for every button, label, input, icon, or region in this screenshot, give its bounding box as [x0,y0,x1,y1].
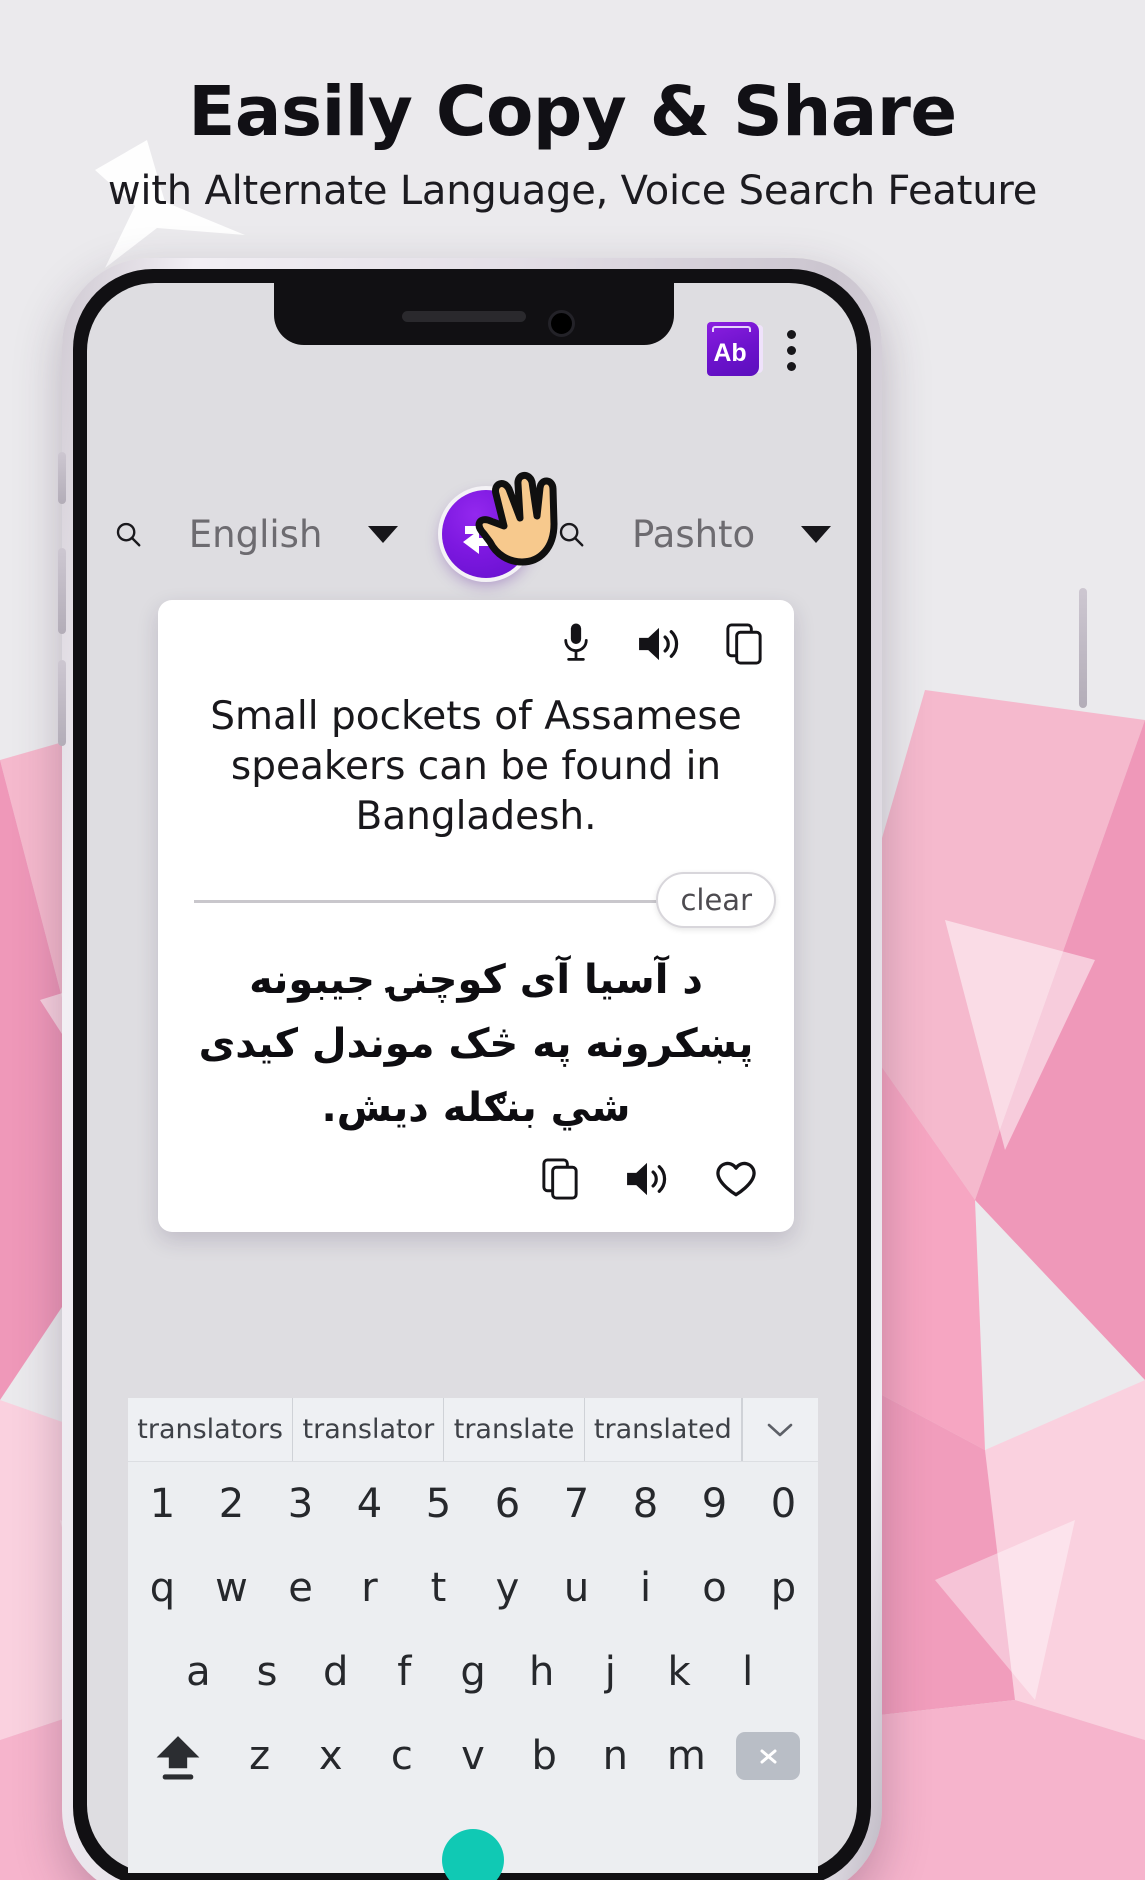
shift-up-arrow-icon[interactable] [132,1730,224,1782]
key[interactable]: o [680,1565,749,1611]
book-spine-outline [712,326,751,332]
source-actions-row [180,618,772,674]
backspace-delete-icon[interactable] [722,1732,814,1780]
translation-actions-row [180,1150,772,1212]
page-title: Easily Copy & Share [188,72,957,152]
microphone-icon[interactable] [558,622,594,671]
key[interactable]: r [335,1565,404,1611]
app-top-bar: Ab [87,300,857,390]
key[interactable]: m [651,1733,722,1779]
source-divider-row: clear [180,872,776,934]
key[interactable]: z [224,1733,295,1779]
key[interactable]: t [404,1565,473,1611]
key[interactable]: w [197,1565,266,1611]
key[interactable]: 5 [404,1481,473,1527]
search-icon[interactable] [113,519,143,549]
promo-screenshot: Easily Copy & Share with Alternate Langu… [0,0,1145,1880]
suggestion-item[interactable]: translators [128,1398,294,1461]
copy-icon[interactable] [540,1157,580,1206]
key[interactable]: i [611,1565,680,1611]
key[interactable]: d [301,1649,370,1695]
chevron-down-icon[interactable] [368,525,399,543]
pointing-hand-cursor [466,462,576,572]
source-text[interactable]: Small pockets of Assamese speakers can b… [180,674,772,872]
suggestion-item[interactable]: translate [444,1398,585,1461]
app-icon-label: Ab [713,339,747,367]
key[interactable]: c [366,1733,437,1779]
key[interactable]: v [437,1733,508,1779]
key[interactable]: u [542,1565,611,1611]
key[interactable]: g [439,1649,508,1695]
key[interactable]: p [749,1565,818,1611]
phone-volume-down-button[interactable] [58,660,66,746]
target-language-label[interactable]: Pashto [632,513,755,556]
key[interactable]: 6 [473,1481,542,1527]
key[interactable]: j [576,1649,645,1695]
key[interactable]: k [645,1649,714,1695]
key[interactable]: 8 [611,1481,680,1527]
keyboard-row-numbers: 1 2 3 4 5 6 7 8 9 0 [128,1462,818,1546]
key[interactable]: e [266,1565,335,1611]
book-app-icon[interactable]: Ab [707,322,763,376]
keyboard-row-home: a s d f g h j k l [128,1630,818,1714]
key[interactable]: q [128,1565,197,1611]
keyboard-accent-dot[interactable] [442,1829,504,1880]
key[interactable]: 1 [128,1481,197,1527]
clear-button[interactable]: clear [656,872,776,928]
key[interactable]: 2 [197,1481,266,1527]
copy-icon[interactable] [724,622,764,671]
translation-card: Small pockets of Assamese speakers can b… [158,600,794,1232]
source-language-label[interactable]: English [189,513,323,556]
key[interactable]: y [473,1565,542,1611]
key[interactable]: 3 [266,1481,335,1527]
key[interactable]: a [164,1649,233,1695]
page-subtitle: with Alternate Language, Voice Search Fe… [107,168,1038,214]
key[interactable]: n [580,1733,651,1779]
speaker-icon[interactable] [636,623,682,670]
suggestion-item[interactable]: translated [585,1398,742,1461]
key[interactable]: x [295,1733,366,1779]
keyboard-row-top: q w e r t y u i o p [128,1546,818,1630]
chevron-down-icon[interactable] [741,1398,818,1461]
phone-volume-up-button[interactable] [58,548,66,634]
speaker-icon[interactable] [624,1158,670,1205]
key[interactable]: 0 [749,1481,818,1527]
keyboard-row-bottom: z x c v b n m [128,1714,818,1798]
key[interactable]: 9 [680,1481,749,1527]
kebab-menu-icon[interactable] [787,330,797,371]
key[interactable]: l [713,1649,782,1695]
on-screen-keyboard: translators translator translate transla… [128,1398,818,1880]
phone-power-button[interactable] [1079,588,1087,708]
suggestion-bar: translators translator translate transla… [128,1398,818,1462]
translated-text[interactable]: د آسیا آی کوچنۍ جیبونه پښکرونه په څک مون… [180,934,772,1150]
chevron-down-icon[interactable] [801,525,831,543]
suggestion-item[interactable]: translator [293,1398,445,1461]
key[interactable]: f [370,1649,439,1695]
favorite-heart-icon[interactable] [714,1158,758,1205]
key[interactable]: h [507,1649,576,1695]
key[interactable]: s [233,1649,302,1695]
phone-mute-switch[interactable] [58,452,66,504]
key[interactable]: 4 [335,1481,404,1527]
key[interactable]: b [509,1733,580,1779]
key[interactable]: 7 [542,1481,611,1527]
